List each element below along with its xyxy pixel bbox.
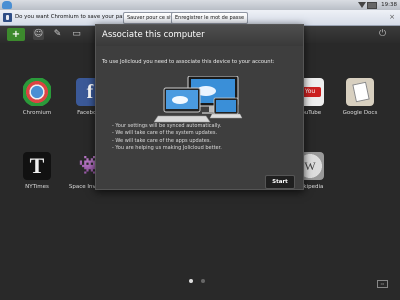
list-item: - We will take care of the apps updates. bbox=[112, 137, 212, 144]
app-label: Chromium bbox=[22, 110, 52, 116]
close-icon[interactable]: × bbox=[388, 13, 396, 21]
app-google-docs[interactable]: Google Docs bbox=[330, 78, 390, 116]
system-bar: 19:38 bbox=[0, 0, 400, 10]
app-label: Google Docs bbox=[342, 110, 378, 116]
app-nytimes[interactable]: T NYTimes bbox=[7, 152, 67, 190]
display-icon[interactable]: ▭ bbox=[377, 280, 388, 288]
chromium-icon bbox=[23, 78, 51, 106]
key-icon bbox=[3, 13, 12, 22]
home-icon[interactable]: ☺ bbox=[33, 29, 44, 40]
battery-icon[interactable] bbox=[367, 2, 377, 9]
benefits-list: - Your settings will be synced automatic… bbox=[112, 123, 222, 152]
app-chromium[interactable]: Chromium bbox=[7, 78, 67, 116]
dialog-intro: To use Jolicloud you need to associate t… bbox=[102, 59, 275, 65]
list-item: - You are helping us making Jolicloud be… bbox=[112, 144, 222, 151]
wifi-icon[interactable] bbox=[358, 2, 366, 8]
page-dot[interactable] bbox=[201, 279, 205, 283]
list-item: - We will take care of the system update… bbox=[112, 130, 218, 137]
power-icon[interactable]: ⏻ bbox=[377, 29, 388, 40]
add-app-button[interactable]: + bbox=[7, 28, 25, 41]
page-dot-active[interactable] bbox=[189, 279, 193, 283]
associate-computer-dialog: Associate this computer To use Jolicloud… bbox=[95, 24, 304, 190]
jolicloud-logo-icon[interactable] bbox=[2, 1, 12, 9]
clock: 19:38 bbox=[381, 2, 397, 8]
folder-icon[interactable]: ▭ bbox=[71, 29, 82, 40]
settings-icon[interactable]: ✎ bbox=[52, 29, 63, 40]
google-docs-icon bbox=[346, 78, 374, 106]
list-item: - Your settings will be synced automatic… bbox=[112, 123, 222, 129]
start-button[interactable]: Start bbox=[265, 175, 295, 189]
app-label: NYTimes bbox=[25, 184, 49, 190]
never-save-button[interactable]: Enregistrer le mot de passe bbox=[171, 12, 249, 24]
dialog-title: Associate this computer bbox=[96, 25, 303, 46]
nytimes-icon: T bbox=[23, 152, 51, 180]
